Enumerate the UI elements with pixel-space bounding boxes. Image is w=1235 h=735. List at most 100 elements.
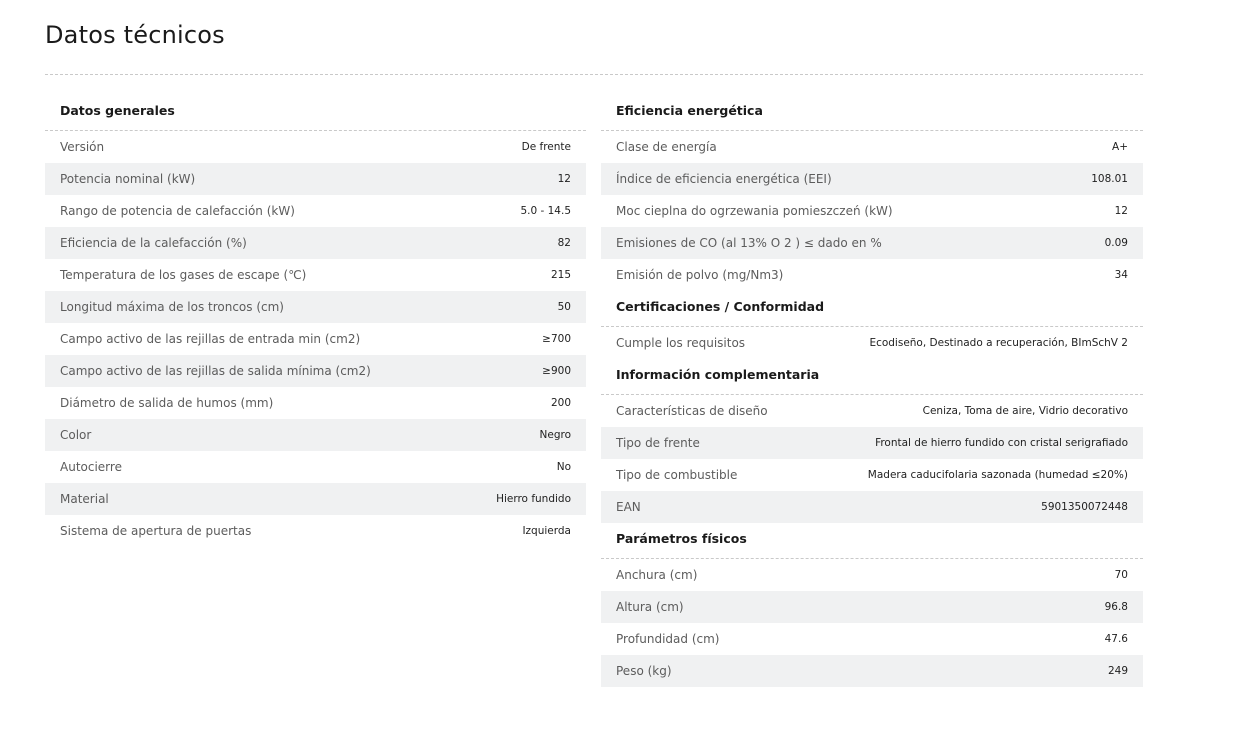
spec-value: 82 xyxy=(557,237,571,249)
spec-row: Longitud máxima de los troncos (cm) 50 xyxy=(45,291,586,323)
spec-rows-certifications: Cumple los requisitos Ecodiseño, Destinad… xyxy=(601,327,1143,359)
technical-data-page: Datos técnicos Datos generales Versión De… xyxy=(0,0,1235,735)
spec-value: Negro xyxy=(539,429,572,441)
spec-row: Diámetro de salida de humos (mm) 200 xyxy=(45,387,586,419)
section-certifications: Certificaciones / Conformidad Cumple los… xyxy=(601,291,1143,359)
spec-value: Izquierda xyxy=(522,525,571,537)
spec-label: Campo activo de las rejillas de entrada … xyxy=(60,332,361,346)
spec-row: Eficiencia de la calefacción (%) 82 xyxy=(45,227,586,259)
spec-value: 12 xyxy=(1114,205,1128,217)
spec-value: 96.8 xyxy=(1104,601,1128,613)
spec-value: De frente xyxy=(521,141,571,153)
spec-value: 215 xyxy=(550,269,571,281)
spec-row: Versión De frente xyxy=(45,131,586,163)
spec-row: Características de diseño Ceniza, Toma de… xyxy=(601,395,1143,427)
section-title-physical: Parámetros físicos xyxy=(601,523,1143,559)
spec-value: Frontal de hierro fundido con cristal se… xyxy=(875,437,1128,449)
spec-row: Tipo de combustible Madera caducifolaria … xyxy=(601,459,1143,491)
spec-label: Longitud máxima de los troncos (cm) xyxy=(60,300,284,314)
spec-value: Ecodiseño, Destinado a recuperación, BIm… xyxy=(869,337,1128,349)
spec-row: Índice de eficiencia energética (EEI) 108… xyxy=(601,163,1143,195)
spec-label: Cumple los requisitos xyxy=(616,336,746,350)
spec-value: 47.6 xyxy=(1104,633,1128,645)
spec-row: EAN 5901350072448 xyxy=(601,491,1143,523)
spec-label: Potencia nominal (kW) xyxy=(60,172,196,186)
spec-row: Campo activo de las rejillas de salida m… xyxy=(45,355,586,387)
spec-value: Madera caducifolaria sazonada (humedad ≤… xyxy=(867,469,1128,481)
section-general: Datos generales Versión De frente Potencia… xyxy=(45,95,586,547)
spec-label: Autocierre xyxy=(60,460,122,474)
spec-value: ≥900 xyxy=(542,365,571,377)
spec-row: Potencia nominal (kW) 12 xyxy=(45,163,586,195)
spec-value: A+ xyxy=(1112,141,1128,153)
spec-row: Emisiones de CO (al 13% O 2 ) ≤ dado en … xyxy=(601,227,1143,259)
spec-row: Peso (kg) 249 xyxy=(601,655,1143,687)
spec-rows-physical: Anchura (cm) 70 Altura (cm) 96.8 Profundidad… xyxy=(601,559,1143,687)
spec-label: Campo activo de las rejillas de salida m… xyxy=(60,364,371,378)
spec-label: Moc cieplna do ogrzewania pomieszczeń (k… xyxy=(616,204,893,218)
spec-label: Índice de eficiencia energética (EEI) xyxy=(616,172,832,186)
spec-rows-general: Versión De frente Potencia nominal (kW) 12 R… xyxy=(45,131,586,547)
spec-rows-efficiency: Clase de energía A+ Índice de eficiencia e… xyxy=(601,131,1143,291)
spec-value: Hierro fundido xyxy=(496,493,571,505)
spec-label: Tipo de combustible xyxy=(616,468,738,482)
spec-value: Ceniza, Toma de aire, Vidrio decorativo xyxy=(922,405,1128,417)
spec-label: Material xyxy=(60,492,109,506)
page-title: Datos técnicos xyxy=(45,21,225,49)
spec-row: Profundidad (cm) 47.6 xyxy=(601,623,1143,655)
section-efficiency: Eficiencia energética Clase de energía A+… xyxy=(601,95,1143,291)
spec-label: Altura (cm) xyxy=(616,600,684,614)
spec-label: Sistema de apertura de puertas xyxy=(60,524,252,538)
section-title-complementary: Información complementaria xyxy=(601,359,1143,395)
spec-label: Color xyxy=(60,428,92,442)
spec-row: Material Hierro fundido xyxy=(45,483,586,515)
spec-row: Rango de potencia de calefacción (kW) 5.0… xyxy=(45,195,586,227)
spec-value: 249 xyxy=(1107,665,1128,677)
spec-row: Clase de energía A+ xyxy=(601,131,1143,163)
spec-label: Eficiencia de la calefacción (%) xyxy=(60,236,247,250)
spec-value: 34 xyxy=(1114,269,1128,281)
spec-rows-complementary: Características de diseño Ceniza, Toma de… xyxy=(601,395,1143,523)
spec-label: Profundidad (cm) xyxy=(616,632,720,646)
spec-row: Emisión de polvo (mg/Nm3) 34 xyxy=(601,259,1143,291)
spec-value: 5.0 - 14.5 xyxy=(520,205,571,217)
spec-label: Anchura (cm) xyxy=(616,568,698,582)
spec-row: Autocierre No xyxy=(45,451,586,483)
spec-row: Moc cieplna do ogrzewania pomieszczeń (k… xyxy=(601,195,1143,227)
spec-row: Anchura (cm) 70 xyxy=(601,559,1143,591)
spec-label: Emisión de polvo (mg/Nm3) xyxy=(616,268,784,282)
spec-value: 12 xyxy=(557,173,571,185)
section-title-efficiency: Eficiencia energética xyxy=(601,95,1143,131)
spec-value: 200 xyxy=(550,397,571,409)
spec-label: Temperatura de los gases de escape (℃) xyxy=(60,268,307,282)
right-column: Eficiencia energética Clase de energía A+… xyxy=(601,95,1143,687)
spec-row: Sistema de apertura de puertas Izquierda xyxy=(45,515,586,547)
spec-label: Emisiones de CO (al 13% O 2 ) ≤ dado en … xyxy=(616,236,882,250)
spec-label: Características de diseño xyxy=(616,404,768,418)
spec-label: EAN xyxy=(616,500,641,514)
spec-label: Rango de potencia de calefacción (kW) xyxy=(60,204,295,218)
spec-value: ≥700 xyxy=(542,333,571,345)
spec-value: 0.09 xyxy=(1104,237,1128,249)
spec-value: No xyxy=(556,461,571,473)
spec-label: Peso (kg) xyxy=(616,664,672,678)
spec-value: 50 xyxy=(557,301,571,313)
spec-value: 70 xyxy=(1114,569,1128,581)
section-title-general: Datos generales xyxy=(45,95,586,131)
left-column: Datos generales Versión De frente Potencia… xyxy=(45,95,586,547)
spec-label: Versión xyxy=(60,140,105,154)
section-title-certifications: Certificaciones / Conformidad xyxy=(601,291,1143,327)
spec-row: Tipo de frente Frontal de hierro fundido … xyxy=(601,427,1143,459)
spec-label: Clase de energía xyxy=(616,140,717,154)
spec-value: 108.01 xyxy=(1091,173,1128,185)
spec-row: Campo activo de las rejillas de entrada … xyxy=(45,323,586,355)
section-physical: Parámetros físicos Anchura (cm) 70 Altura … xyxy=(601,523,1143,687)
section-complementary: Información complementaria Característic… xyxy=(601,359,1143,523)
spec-label: Tipo de frente xyxy=(616,436,700,450)
spec-label: Diámetro de salida de humos (mm) xyxy=(60,396,274,410)
title-divider xyxy=(45,74,1143,75)
spec-value: 5901350072448 xyxy=(1041,501,1128,513)
spec-row: Temperatura de los gases de escape (℃) 21… xyxy=(45,259,586,291)
spec-row: Cumple los requisitos Ecodiseño, Destinad… xyxy=(601,327,1143,359)
spec-row: Color Negro xyxy=(45,419,586,451)
